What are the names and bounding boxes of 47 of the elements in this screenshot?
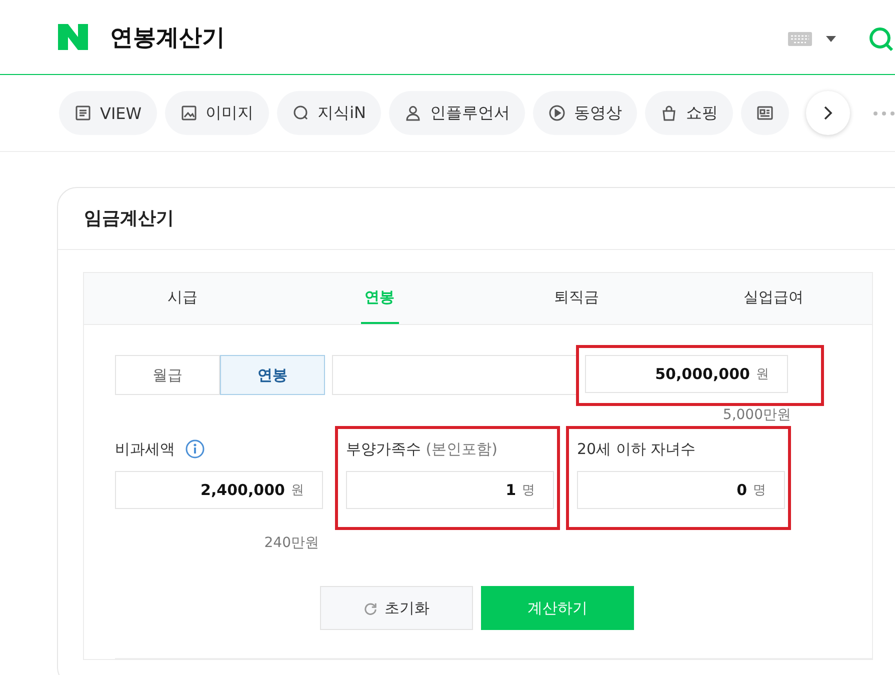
category-tab[interactable]: 동영상 [533, 91, 638, 135]
search-icon[interactable] [868, 26, 894, 52]
amount-field[interactable]: 1 명 [346, 471, 554, 509]
scroll-right-button[interactable] [806, 91, 850, 135]
category-tab[interactable]: VIEW [59, 91, 157, 135]
search-query[interactable]: 연봉계산기 [110, 22, 225, 52]
image-icon [180, 104, 198, 122]
field-value: 50,000,000 [655, 365, 750, 383]
more-icon[interactable] [873, 111, 895, 116]
video-icon [548, 104, 566, 122]
n-logo-icon[interactable] [58, 24, 88, 50]
view-icon [74, 104, 92, 122]
chevron-right-icon [823, 106, 833, 120]
unit-label: 명 [522, 482, 535, 499]
calculator-tab[interactable]: 퇴직금 [478, 273, 675, 324]
category-tab[interactable]: 이미지 [164, 91, 269, 135]
category-tab[interactable]: 인플루언서 [389, 91, 526, 135]
amount-field[interactable]: 50,000,000 원 [585, 355, 788, 393]
person-icon [404, 104, 422, 122]
info-icon[interactable] [185, 439, 205, 459]
news-icon [756, 104, 774, 122]
field-value: 2,400,000 [200, 481, 285, 499]
unit-label: 원 [291, 482, 304, 499]
shopping-icon [660, 104, 678, 122]
period-option[interactable]: 연봉 [220, 355, 325, 395]
amount-field[interactable]: 2,400,000 원 [115, 471, 323, 509]
unit-label: 명 [753, 482, 766, 499]
keyboard-icon[interactable] [788, 32, 812, 46]
calculator-tab[interactable]: 실업급여 [675, 273, 872, 324]
amount-field[interactable]: 0 명 [577, 471, 785, 509]
category-tab[interactable] [741, 91, 790, 135]
category-tab[interactable]: 쇼핑 [645, 91, 734, 135]
amount-hint: 240만원 [264, 534, 319, 552]
unit-label: 원 [756, 366, 769, 383]
field-label: 비과세액 [115, 440, 175, 458]
period-option[interactable]: 월급 [115, 355, 220, 395]
caret-icon[interactable] [826, 36, 836, 42]
field-value: 1 [506, 481, 516, 499]
category-tab[interactable]: 지식iN [276, 91, 382, 135]
refresh-icon [364, 602, 376, 614]
field-label: 부양가족수 (본인포함) [346, 440, 498, 458]
amount-hint: 5,000만원 [722, 406, 791, 424]
calculator-tab[interactable]: 시급 [84, 273, 281, 324]
field-value: 0 [736, 481, 747, 499]
field-label: 20세 이하 자녀수 [577, 440, 696, 458]
card-title: 임금계산기 [84, 208, 174, 229]
reset-button[interactable]: 초기화 [320, 586, 473, 630]
